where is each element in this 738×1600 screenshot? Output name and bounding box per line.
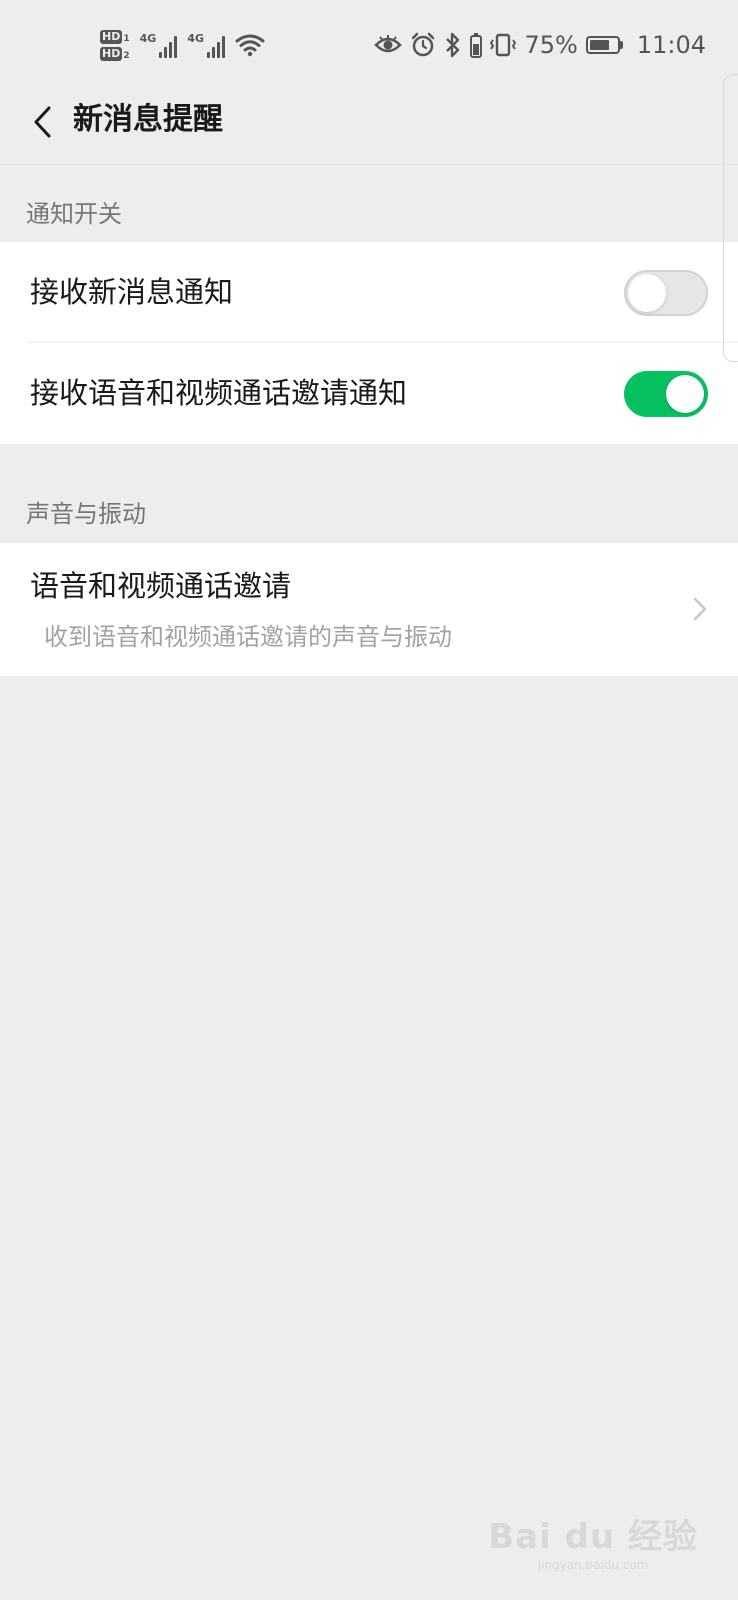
setting-row-call-sound[interactable]: 语音和视频通话邀请 收到语音和视频通话邀请的声音与振动 [0,543,738,676]
hd2-label: HD [100,46,123,61]
sound-settings-group: 语音和视频通话邀请 收到语音和视频通话邀请的声音与振动 [0,543,738,676]
signal-2-icon: 4G [187,32,225,58]
toggle-call-invite[interactable] [624,371,708,417]
baidu-jingyan-watermark: Bai du 经验 jingyan.baidu.com [488,1509,698,1572]
clock-time: 11:04 [636,31,706,59]
network-type-2: 4G [187,32,204,45]
watermark-sub: jingyan.baidu.com [537,1558,649,1572]
setting-label-new-message: 接收新消息通知 [30,275,234,309]
battery-small-icon [470,33,483,58]
nav-header: 新消息提醒 [0,90,738,165]
status-bar: HD 1 HD 2 4G 4G 75% 11:04 [0,0,738,90]
setting-description-call-sound: 收到语音和视频通话邀请的声音与振动 [44,623,452,651]
setting-label-call-sound: 语音和视频通话邀请 [30,569,292,603]
hd-indicators: HD 1 HD 2 [100,29,130,61]
toggle-knob [666,375,704,413]
toggle-new-message[interactable] [624,270,708,316]
signal-1-icon: 4G [140,32,178,58]
chevron-right-icon [693,597,707,621]
hd2-indicator: HD 2 [100,46,130,61]
setting-label-call-invite: 接收语音和视频通话邀请通知 [30,376,408,410]
edge-panel-handle[interactable] [723,74,738,362]
hd2-sim: 2 [123,50,130,61]
chevron-left-icon [34,106,51,138]
section-label-notify: 通知开关 [26,200,122,228]
wifi-icon [235,34,265,57]
back-button[interactable] [22,102,62,142]
notify-settings-group: 接收新消息通知 接收语音和视频通话邀请通知 [0,242,738,444]
battery-fill [589,40,610,50]
eye-comfort-icon [374,35,403,53]
alarm-icon [412,32,435,57]
page-title: 新消息提醒 [73,102,223,137]
watermark-main: Bai du 经验 [488,1517,698,1557]
section-label-sound: 声音与振动 [26,500,146,528]
status-bar-right: 75% 11:04 [374,28,706,62]
hd1-indicator: HD 1 [100,29,130,44]
vibrate-icon [490,33,517,57]
status-bar-left: HD 1 HD 2 4G 4G [100,22,265,68]
hd1-label: HD [100,29,123,44]
battery-percent: 75% [524,31,578,59]
toggle-knob [628,274,666,312]
bluetooth-icon [446,32,460,58]
network-type-1: 4G [139,32,157,45]
battery-icon [585,36,623,54]
hd1-sim: 1 [123,33,130,44]
setting-row-call-invite[interactable]: 接收语音和视频通话邀请通知 [0,343,738,444]
setting-row-new-message[interactable]: 接收新消息通知 [0,242,738,343]
